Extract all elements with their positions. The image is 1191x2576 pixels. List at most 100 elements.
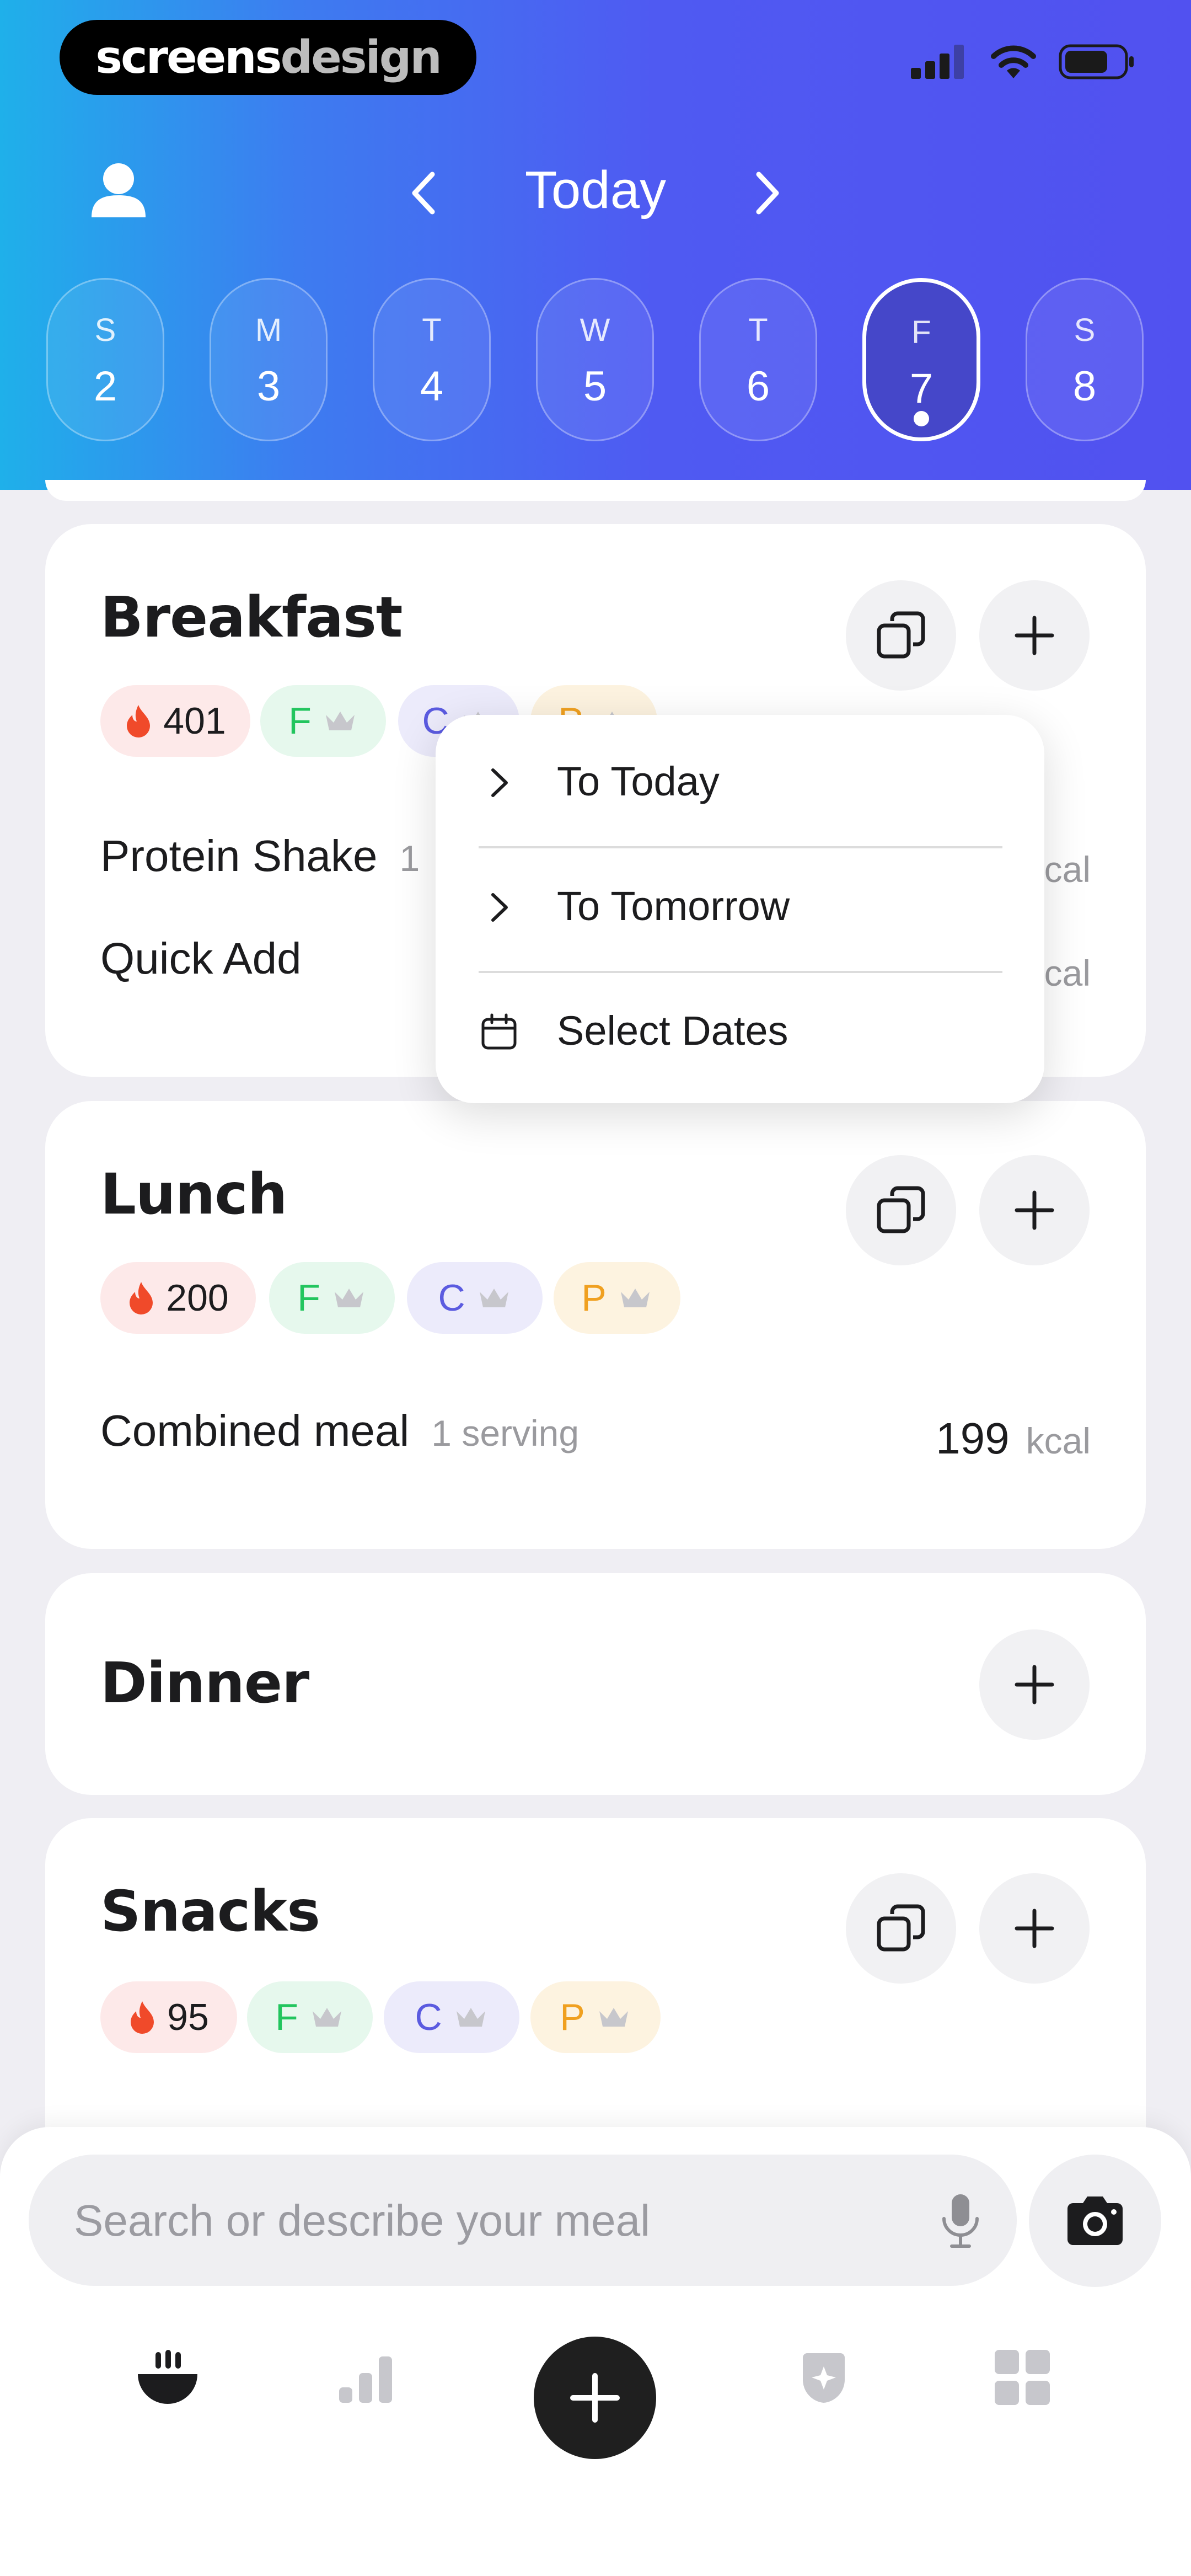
status-bar [911,44,1136,79]
food-row-combined-meal[interactable]: Combined meal 1 serving [100,1405,579,1456]
flame-icon [127,705,151,737]
camera-button[interactable] [1029,2155,1161,2287]
day-number: 8 [1072,363,1097,410]
next-day-icon[interactable] [744,165,788,221]
tab-food-log[interactable] [112,2322,223,2433]
menu-item-to-today[interactable]: To Today [436,727,1044,837]
calorie-value: 200 [166,1277,229,1319]
add-food-button[interactable] [979,580,1090,691]
copy-meal-button[interactable] [846,580,956,691]
add-food-button[interactable] [979,1155,1090,1265]
kcal-unit: kcal [1026,1420,1091,1461]
day-pill-mon-3[interactable]: M 3 [210,278,328,441]
day-number: 3 [256,363,281,410]
day-number: 4 [420,363,444,410]
day-letter: S [94,312,116,348]
carbs-letter: C [415,1996,442,2038]
day-letter: W [580,312,610,348]
copy-meal-button[interactable] [846,1155,956,1265]
day-pill-thu-6[interactable]: T 6 [699,278,817,441]
day-pill-fri-7-selected[interactable]: F 7 [862,278,980,441]
brand-logo: screens design [60,20,476,95]
fat-chip: F [260,685,386,757]
menu-divider [479,846,1002,848]
carbs-chip: C [384,1981,519,2053]
day-letter: M [255,312,282,348]
day-pill-wed-5[interactable]: W 5 [536,278,654,441]
copy-meal-menu: To Today To Tomorrow Select Dates [436,715,1044,1103]
fat-chip: F [269,1262,395,1334]
crown-icon [599,2008,628,2027]
add-food-button[interactable] [979,1873,1090,1984]
food-name: Combined meal [100,1406,410,1455]
day-pill-sun-2[interactable]: S 2 [46,278,164,441]
crown-icon [479,1289,508,1307]
header: screens design Today S 2 M 3 T 4 W 5 T 6… [0,0,1191,490]
calorie-chip: 401 [100,685,250,757]
day-pill-tue-4[interactable]: T 4 [373,278,491,441]
meal-title: Dinner [100,1650,309,1716]
kcal-unit: cal [1044,953,1091,993]
day-letter: F [911,314,931,350]
meal-search-bar [29,2155,1017,2287]
food-serving: 1 [399,838,420,879]
crown-icon [312,2008,341,2027]
food-row-quick-add[interactable]: Quick Add [100,933,302,984]
protein-letter: P [560,1996,585,2038]
plus-icon [1015,1909,1054,1948]
meal-title: Snacks [100,1879,320,1944]
day-number: 6 [746,363,770,410]
meal-title: Breakfast [100,585,403,650]
flame-icon [131,2001,154,2034]
carbs-chip: C [407,1262,543,1334]
brand-part-1: screens [95,31,282,84]
date-title: Today [524,161,667,220]
day-pill-sat-8[interactable]: S 8 [1026,278,1144,441]
microphone-icon[interactable] [938,2192,983,2249]
food-bowl-icon [138,2350,197,2404]
menu-item-label: Select Dates [557,1008,788,1054]
previous-card-edge [45,480,1146,501]
day-letter: T [748,312,768,348]
plus-icon [1015,616,1054,655]
food-row-protein-shake[interactable]: Protein Shake 1 [100,831,420,881]
fat-letter: F [297,1277,320,1319]
crown-icon [456,2008,485,2027]
copy-icon [877,1186,925,1233]
fat-letter: F [275,1996,298,2038]
food-kcal: 199 kcal [936,1413,1091,1464]
day-letter: S [1074,312,1096,348]
grid-icon [995,2350,1050,2405]
menu-divider [479,971,1002,973]
copy-meal-button[interactable] [846,1873,956,1984]
stats-icon [339,2356,392,2403]
profile-icon[interactable] [88,160,149,221]
crown-icon [334,1289,363,1307]
meal-search-input[interactable] [73,2155,902,2287]
plus-icon [1015,1665,1054,1704]
meal-card-dinner: Dinner [45,1573,1146,1795]
badge-icon [802,2353,845,2403]
menu-item-select-dates[interactable]: Select Dates [436,976,1044,1087]
menu-item-label: To Today [557,758,720,804]
add-food-button[interactable] [979,1629,1090,1740]
food-serving: 1 serving [431,1413,580,1453]
fat-chip: F [247,1981,373,2053]
menu-item-to-tomorrow[interactable]: To Tomorrow [436,852,1044,962]
day-letter: T [422,312,442,348]
add-entry-button[interactable] [534,2337,656,2459]
add-icon [570,2373,620,2423]
signal-icon [911,45,964,79]
carbs-letter: C [438,1277,465,1319]
protein-chip: P [530,1981,661,2053]
tab-badges[interactable] [769,2322,879,2433]
battery-icon [1059,44,1134,79]
previous-day-icon[interactable] [403,165,447,221]
tab-stats[interactable] [311,2322,421,2433]
day-number: 2 [93,363,117,410]
camera-icon [1067,2196,1123,2245]
meal-title: Lunch [100,1162,287,1227]
calorie-value: 401 [163,700,226,742]
kcal-unit: cal [1044,849,1091,890]
tab-more[interactable] [967,2322,1077,2433]
